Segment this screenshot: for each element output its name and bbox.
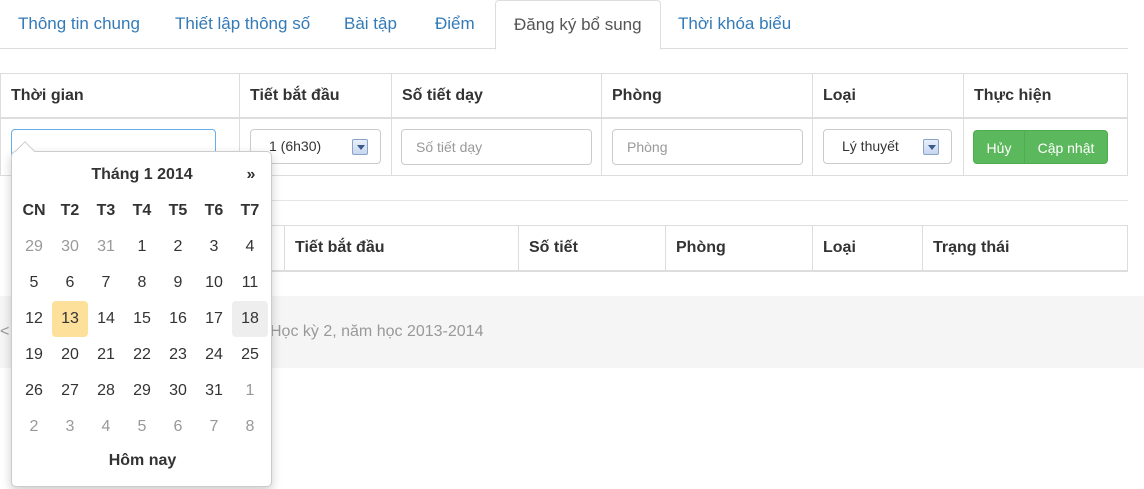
calendar-day[interactable]: 24 [196,337,232,373]
weekday-header: T4 [132,202,152,219]
calendar-day[interactable]: 4 [232,229,268,265]
update-button[interactable]: Cập nhật [1024,130,1108,164]
calendar-day[interactable]: 3 [52,409,88,445]
type-select[interactable]: Lý thuyết [823,129,952,164]
weekday-header: T7 [240,202,260,219]
header-room: Phòng [612,87,662,104]
list-header-status: Trạng thái [922,226,1127,271]
calendar-day[interactable]: 12 [16,301,52,337]
chevron-down-icon [352,139,368,155]
weekday-header: T6 [204,202,224,219]
tab-supplementary-registration[interactable]: Đăng ký bổ sung [495,0,661,50]
tab-assignments[interactable]: Bài tập [344,0,397,49]
calendar-day[interactable]: 1 [232,373,268,409]
header-time: Thời gian [11,87,84,104]
calendar-day[interactable]: 21 [88,337,124,373]
calendar-day[interactable]: 14 [88,301,124,337]
calendar-day[interactable]: 23 [160,337,196,373]
header-start-period: Tiết bắt đầu [250,87,340,104]
tab-timetable[interactable]: Thời khóa biểu [678,0,791,49]
calendar-day[interactable]: 26 [16,373,52,409]
calendar-day[interactable]: 31 [196,373,232,409]
list-header-periods: Số tiết [518,226,665,271]
calendar-day[interactable]: 30 [52,229,88,265]
semester-label: Học kỳ 2, năm học 2013-2014 [270,323,484,340]
calendar-day[interactable]: 27 [52,373,88,409]
weekday-header: CN [22,202,46,219]
tab-grades[interactable]: Điểm [435,0,475,49]
calendar-day[interactable]: 13 [52,301,88,337]
calendar-day[interactable]: 15 [124,301,160,337]
list-header-start-period: Tiết bắt đầu [284,226,518,271]
datepicker-month-title[interactable]: Tháng 1 2014 [52,162,232,188]
list-header-room: Phòng [665,226,812,271]
chevron-down-icon [923,139,939,155]
calendar-day[interactable]: 18 [232,301,268,337]
datepicker-popup: Tháng 1 2014 » CN T2 T3 T4 T5 T6 T7 29 30 31 1 2 3 4 5… [11,141,273,487]
calendar-day[interactable]: 3 [196,229,232,265]
calendar-day[interactable]: 5 [124,409,160,445]
periods-input[interactable]: Số tiết dạy [401,129,592,165]
calendar-day[interactable]: 29 [124,373,160,409]
header-type: Loại [823,87,856,104]
calendar-day[interactable]: 22 [124,337,160,373]
calendar-day[interactable]: 6 [52,265,88,301]
calendar-day[interactable]: 8 [124,265,160,301]
calendar-day[interactable]: 7 [196,409,232,445]
calendar-day[interactable]: 28 [88,373,124,409]
footer-prefix: < [0,323,10,340]
header-periods: Số tiết dạy [402,87,483,104]
start-period-value: 1 (6h30) [269,138,322,154]
header-action: Thực hiện [974,87,1052,104]
calendar-day[interactable]: 10 [196,265,232,301]
calendar-day[interactable]: 9 [160,265,196,301]
calendar-day[interactable]: 2 [16,409,52,445]
room-input[interactable]: Phòng [612,129,803,165]
calendar-day[interactable]: 19 [16,337,52,373]
cancel-button[interactable]: Hủy [973,130,1025,164]
weekday-header: T3 [96,202,116,219]
tab-settings[interactable]: Thiết lập thông số [175,0,310,49]
calendar-day[interactable]: 25 [232,337,268,373]
calendar-day[interactable]: 31 [88,229,124,265]
list-header-type: Loại [812,226,922,271]
calendar-day[interactable]: 30 [160,373,196,409]
calendar-day[interactable]: 1 [124,229,160,265]
calendar-day[interactable]: 29 [16,229,52,265]
tab-general-info[interactable]: Thông tin chung [18,0,140,49]
calendar-day[interactable]: 11 [232,265,268,301]
calendar-day[interactable]: 6 [160,409,196,445]
calendar-day[interactable]: 8 [232,409,268,445]
next-month-button[interactable]: » [238,162,264,188]
calendar-day[interactable]: 17 [196,301,232,337]
divider [238,200,1128,201]
today-button[interactable]: Hôm nay [12,448,273,474]
calendar-day[interactable]: 7 [88,265,124,301]
weekday-header: T5 [168,202,188,219]
nav-tabs: Thông tin chung Thiết lập thông số Bài t… [0,0,1128,50]
type-value: Lý thuyết [842,138,899,154]
calendar-day[interactable]: 4 [88,409,124,445]
calendar-day[interactable]: 5 [16,265,52,301]
registrations-list-table: Tiết bắt đầu Số tiết Phòng Loại Trạng th… [238,225,1128,272]
calendar-day[interactable]: 2 [160,229,196,265]
calendar-day[interactable]: 16 [160,301,196,337]
weekday-header: T2 [60,202,80,219]
calendar-day[interactable]: 20 [52,337,88,373]
